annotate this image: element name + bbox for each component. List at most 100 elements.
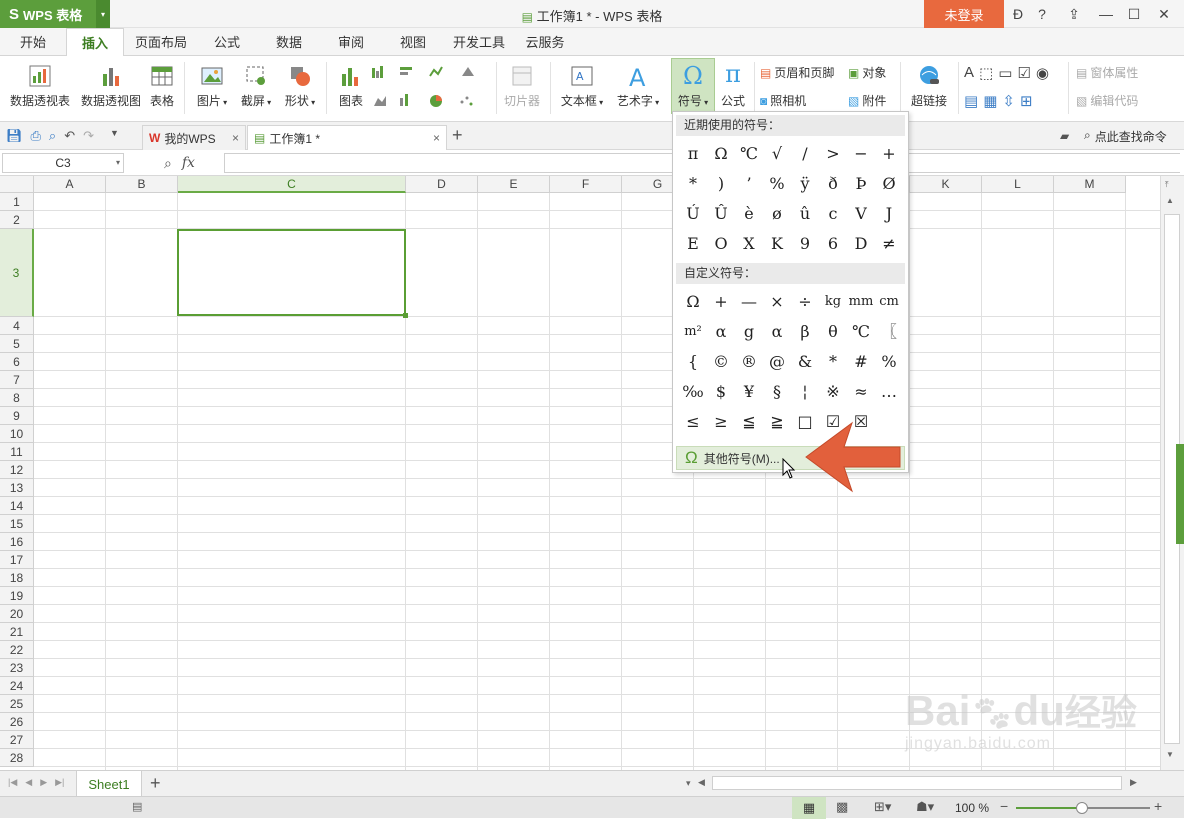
recent-symbol[interactable]: Û bbox=[707, 199, 735, 229]
page-break-view-icon[interactable]: ▩ bbox=[836, 799, 848, 815]
listbox-control-icon[interactable]: ▤ bbox=[964, 92, 978, 112]
recent-symbol[interactable]: û bbox=[791, 199, 819, 229]
save-icon[interactable]: 💾︎ bbox=[6, 128, 23, 144]
recent-symbol[interactable]: ≠ bbox=[875, 229, 903, 259]
upload-icon[interactable]: ⇪ bbox=[1062, 4, 1086, 24]
row-header-27[interactable]: 27 bbox=[0, 731, 34, 749]
recent-symbol[interactable]: c bbox=[819, 199, 847, 229]
chart-button[interactable]: 图表 bbox=[334, 64, 368, 109]
custom-symbol[interactable]: ÷ bbox=[791, 287, 819, 317]
close-icon[interactable]: × bbox=[232, 131, 239, 145]
tab-developer[interactable]: 开发工具 bbox=[448, 28, 510, 56]
row-header-20[interactable]: 20 bbox=[0, 605, 34, 623]
custom-symbol[interactable]: 〖 bbox=[875, 317, 903, 347]
normal-view-icon[interactable]: ▦ bbox=[792, 797, 826, 819]
custom-symbol[interactable]: ¥ bbox=[735, 377, 763, 407]
row-header-10[interactable]: 10 bbox=[0, 425, 34, 443]
custom-symbol[interactable]: $ bbox=[707, 377, 735, 407]
recent-symbol[interactable]: 6 bbox=[819, 229, 847, 259]
row-header-16[interactable]: 16 bbox=[0, 533, 34, 551]
row-header-25[interactable]: 25 bbox=[0, 695, 34, 713]
scroll-down-icon[interactable]: ▼ bbox=[1166, 750, 1174, 759]
custom-symbol[interactable]: m² bbox=[679, 317, 707, 347]
recent-symbol[interactable]: D bbox=[847, 229, 875, 259]
custom-symbol[interactable]: mm bbox=[847, 287, 875, 317]
custom-symbol[interactable]: ≤ bbox=[679, 407, 707, 437]
table-button[interactable]: 表格 bbox=[146, 64, 178, 109]
row-header-7[interactable]: 7 bbox=[0, 371, 34, 389]
select-all-corner[interactable] bbox=[0, 176, 34, 193]
sheet-tab-sheet1[interactable]: Sheet1 bbox=[76, 771, 142, 797]
recent-symbol[interactable]: + bbox=[875, 139, 903, 169]
command-search[interactable]: ⌕ 点此查找命令 bbox=[1084, 128, 1167, 145]
button-control-icon[interactable]: ▭ bbox=[998, 64, 1012, 84]
custom-symbol[interactable]: ≈ bbox=[847, 377, 875, 407]
custom-symbol[interactable]: g bbox=[735, 317, 763, 347]
row-header-2[interactable]: 2 bbox=[0, 211, 34, 229]
first-sheet-icon[interactable]: |◀ bbox=[8, 777, 17, 788]
login-button[interactable]: 未登录 bbox=[924, 0, 1004, 28]
next-sheet-icon[interactable]: ▶ bbox=[40, 777, 47, 788]
column-header-e[interactable]: E bbox=[478, 176, 550, 193]
checkbox-control-icon[interactable]: ☑ bbox=[1017, 64, 1030, 84]
zoom-out-button[interactable]: − bbox=[1000, 798, 1008, 814]
custom-symbol[interactable]: ※ bbox=[819, 377, 847, 407]
custom-symbol[interactable]: & bbox=[791, 347, 819, 377]
custom-symbol[interactable]: ≧ bbox=[763, 407, 791, 437]
row-header-22[interactable]: 22 bbox=[0, 641, 34, 659]
custom-symbol[interactable]: α bbox=[763, 317, 791, 347]
row-header-3[interactable]: 3 bbox=[0, 229, 34, 317]
tab-formulas[interactable]: 公式 bbox=[200, 28, 254, 56]
minimize-button[interactable]: — bbox=[1094, 4, 1118, 24]
recent-symbol[interactable]: / bbox=[791, 139, 819, 169]
ribbon-toggle-icon[interactable]: ▰ bbox=[1060, 129, 1069, 143]
row-header-18[interactable]: 18 bbox=[0, 569, 34, 587]
tab-page-layout[interactable]: 页面布局 bbox=[130, 28, 192, 56]
tab-cloud[interactable]: 云服务 bbox=[518, 28, 572, 56]
recent-symbol[interactable]: V bbox=[847, 199, 875, 229]
column-header-c[interactable]: C bbox=[178, 176, 406, 193]
recent-symbol[interactable]: J bbox=[875, 199, 903, 229]
close-button[interactable]: ✕ bbox=[1152, 4, 1176, 24]
layout-view-icon[interactable]: ⊞▾ bbox=[874, 799, 891, 815]
header-footer-button[interactable]: ▤ 页眉和页脚 bbox=[760, 64, 834, 81]
attachment-button[interactable]: ▧ 附件 bbox=[848, 92, 886, 109]
custom-symbol[interactable]: cm bbox=[875, 287, 903, 317]
window-props-button[interactable]: ▤ 窗体属性 bbox=[1076, 64, 1138, 81]
chevron-down-icon[interactable]: ▾ bbox=[116, 154, 120, 172]
recent-symbol[interactable]: Þ bbox=[847, 169, 875, 199]
print-preview-icon[interactable]: ⌕ bbox=[49, 128, 56, 144]
custom-symbol[interactable]: ≦ bbox=[735, 407, 763, 437]
column-header-k[interactable]: K bbox=[910, 176, 982, 193]
row-header-15[interactable]: 15 bbox=[0, 515, 34, 533]
custom-symbol[interactable]: @ bbox=[763, 347, 791, 377]
zoom-slider-thumb[interactable] bbox=[1076, 802, 1088, 814]
tab-insert[interactable]: 插入 bbox=[66, 28, 124, 57]
row-header-4[interactable]: 4 bbox=[0, 317, 34, 335]
chart-type-gallery[interactable] bbox=[370, 64, 490, 114]
recent-symbol[interactable]: è bbox=[735, 199, 763, 229]
radio-control-icon[interactable]: ◉ bbox=[1036, 64, 1049, 84]
side-panel-handle[interactable] bbox=[1176, 444, 1184, 544]
row-header-13[interactable]: 13 bbox=[0, 479, 34, 497]
doctab-mywps[interactable]: W 我的WPS × bbox=[142, 125, 246, 150]
tab-review[interactable]: 审阅 bbox=[324, 28, 378, 56]
custom-symbol[interactable]: ‰ bbox=[679, 377, 707, 407]
column-header-a[interactable]: A bbox=[34, 176, 106, 193]
new-tab-button[interactable]: + bbox=[452, 125, 463, 146]
slicer-button[interactable]: 切片器 bbox=[500, 64, 544, 109]
reading-mode-icon[interactable]: ☗▾ bbox=[916, 799, 934, 815]
row-header-23[interactable]: 23 bbox=[0, 659, 34, 677]
customize-chevron-icon[interactable]: ▼ bbox=[110, 128, 119, 144]
custom-symbol[interactable]: β bbox=[791, 317, 819, 347]
custom-symbol[interactable]: θ bbox=[819, 317, 847, 347]
object-button[interactable]: ▣ 对象 bbox=[848, 64, 886, 81]
tab-data[interactable]: 数据 bbox=[262, 28, 316, 56]
label-control-icon[interactable]: A bbox=[964, 64, 974, 84]
recent-symbol[interactable]: * bbox=[679, 169, 707, 199]
custom-symbol[interactable]: ® bbox=[735, 347, 763, 377]
spinner-control-icon[interactable]: ⇳ bbox=[1002, 92, 1015, 112]
combobox-control-icon[interactable]: ▦ bbox=[983, 92, 997, 112]
row-header-5[interactable]: 5 bbox=[0, 335, 34, 353]
custom-symbol[interactable]: § bbox=[763, 377, 791, 407]
